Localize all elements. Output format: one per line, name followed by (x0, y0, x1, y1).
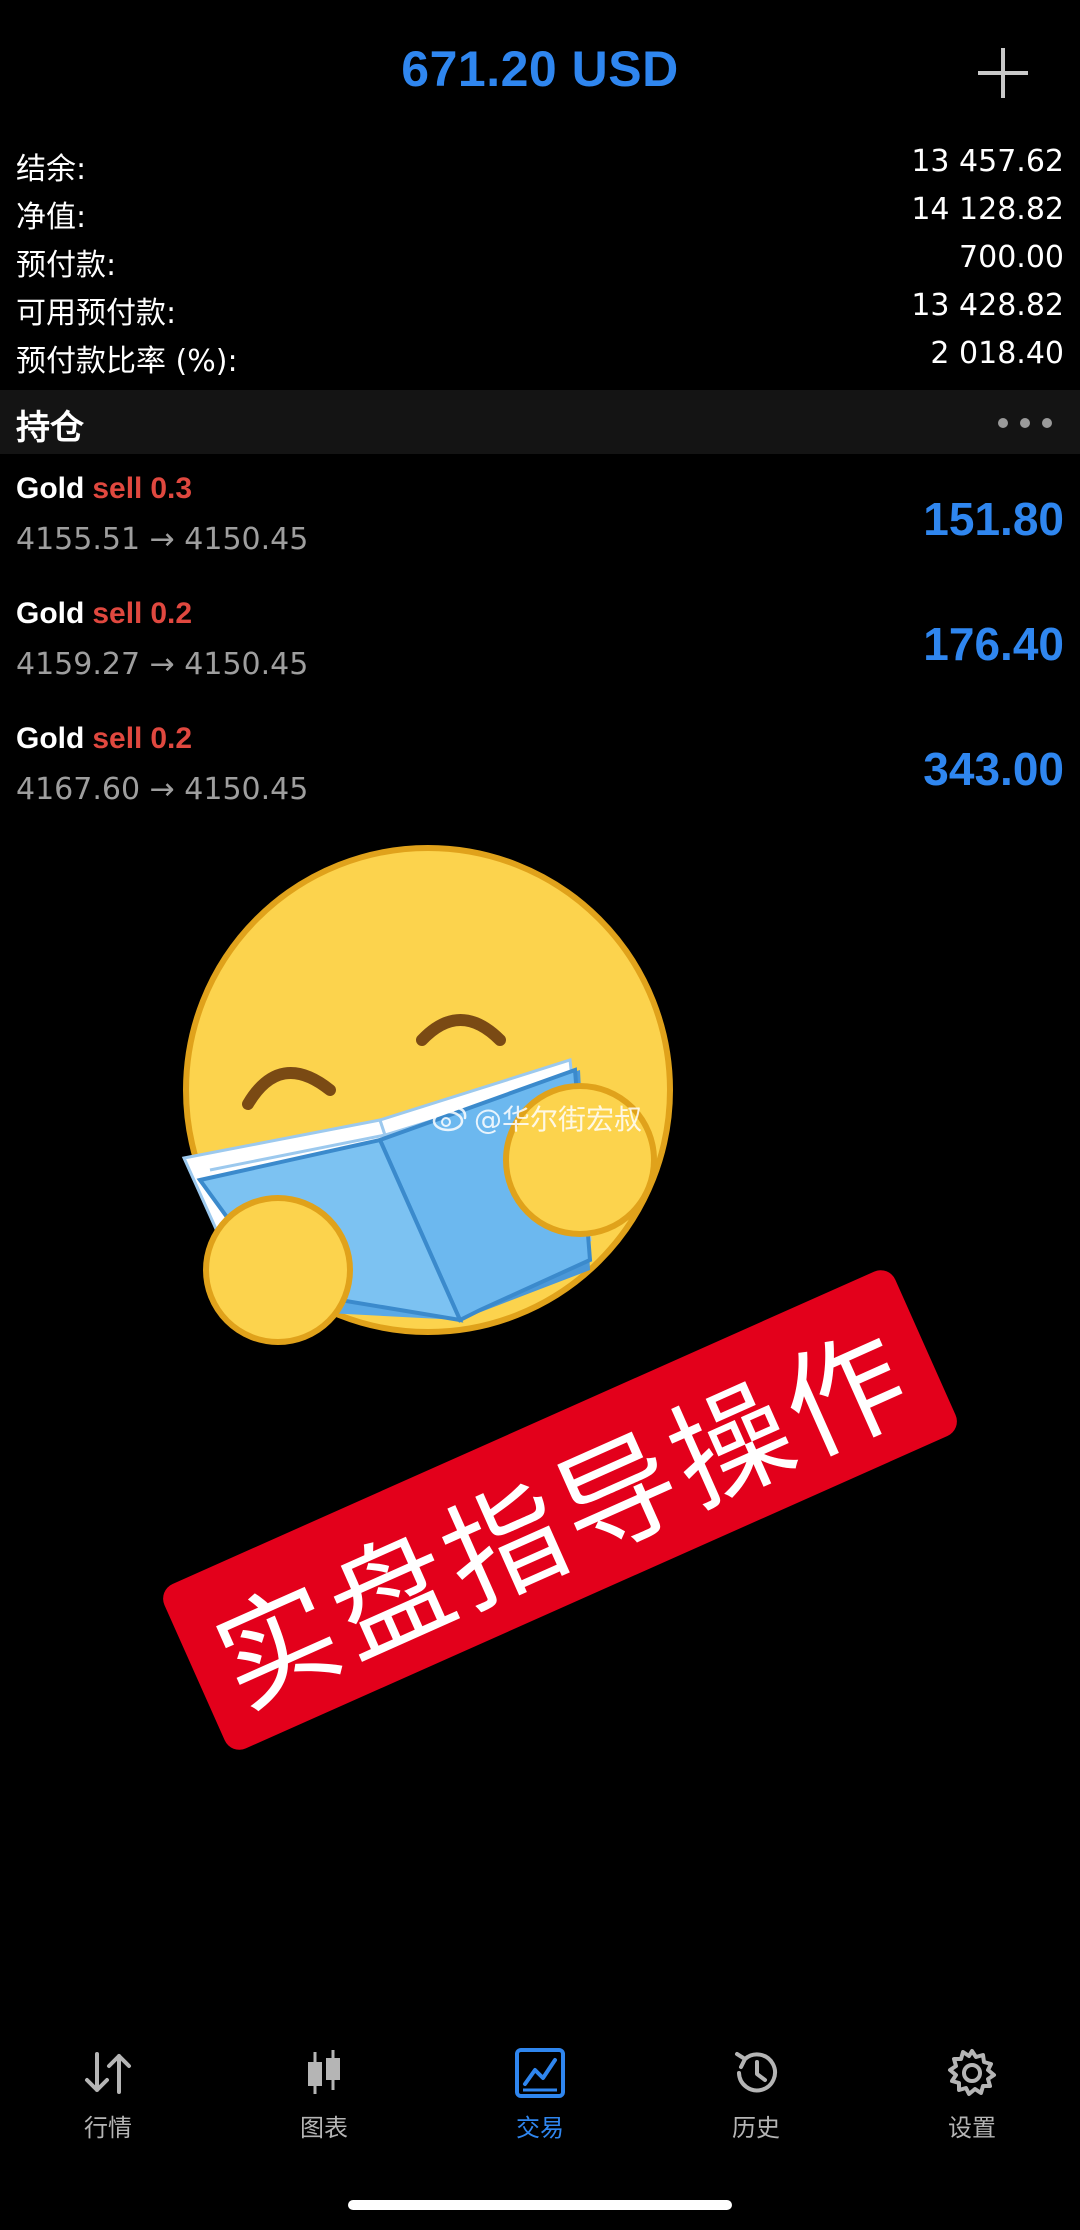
trade-chart-icon (515, 2048, 565, 2098)
position-symbol: Gold (16, 472, 85, 505)
watermark-text: @华尔街宏叔 (474, 1103, 643, 1136)
position-volume: 0.2 (150, 722, 193, 755)
tab-quotes[interactable]: 行情 (0, 2030, 216, 2170)
tab-settings[interactable]: 设置 (864, 2030, 1080, 2170)
balance-value: 13 457.62 (911, 144, 1064, 179)
position-side: sell (92, 597, 143, 630)
positions-title: 持仓 (16, 408, 84, 448)
summary-row-balance: 结余: 13 457.62 (0, 140, 1080, 188)
position-side: sell (92, 722, 143, 755)
position-side: sell (92, 472, 143, 505)
position-profit: 176.40 (923, 618, 1064, 670)
position-symbol: Gold (16, 597, 85, 630)
history-clock-icon (735, 2052, 777, 2093)
position-prices: 4159.27 → 4150.45 (16, 647, 309, 682)
position-volume: 0.3 (150, 472, 193, 505)
bottom-tab-bar: 行情 图表 交易 历史 设置 (0, 2030, 1080, 2170)
tab-history-label: 历史 (732, 2114, 780, 2142)
tab-quotes-label: 行情 (84, 2114, 132, 2142)
weibo-watermark: @华尔街宏叔 (432, 1098, 642, 1138)
tab-history[interactable]: 历史 (648, 2030, 864, 2170)
margin-label: 预付款: (16, 248, 117, 283)
position-row[interactable]: Gold sell 0.2 4167.60 → 4150.45 343.00 (0, 712, 1080, 837)
margin-value: 700.00 (959, 240, 1064, 275)
equity-label: 净值: (16, 200, 87, 235)
tab-chart-label: 图表 (300, 2114, 348, 2142)
weibo-logo-icon (432, 1106, 467, 1132)
summary-row-free-margin: 可用预付款: 13 428.82 (0, 284, 1080, 332)
settings-gear-icon (948, 2049, 996, 2096)
free-margin-value: 13 428.82 (911, 288, 1064, 323)
position-row[interactable]: Gold sell 0.2 4159.27 → 4150.45 176.40 (0, 587, 1080, 712)
tab-settings-label: 设置 (948, 2114, 996, 2142)
account-summary: 结余: 13 457.62 净值: 14 128.82 预付款: 700.00 … (0, 140, 1080, 380)
positions-list: Gold sell 0.3 4155.51 → 4150.45 151.80 Gol… (0, 462, 1080, 837)
position-profit: 151.80 (923, 493, 1064, 545)
margin-level-value: 2 018.40 (930, 336, 1064, 371)
tab-chart[interactable]: 图表 (216, 2030, 432, 2170)
positions-section-header: 持仓 (0, 390, 1080, 454)
app-header: 671.20 USD (0, 0, 1080, 150)
position-row[interactable]: Gold sell 0.3 4155.51 → 4150.45 151.80 (0, 462, 1080, 587)
margin-level-label: 预付款比率 (%): (16, 344, 238, 379)
position-prices: 4167.60 → 4150.45 (16, 772, 309, 807)
free-margin-label: 可用预付款: (16, 296, 177, 331)
position-volume: 0.2 (150, 597, 193, 630)
quotes-arrows-icon (85, 2052, 131, 2094)
summary-row-equity: 净值: 14 128.82 (0, 188, 1080, 236)
summary-row-margin-level: 预付款比率 (%): 2 018.40 (0, 332, 1080, 380)
position-prices: 4155.51 → 4150.45 (16, 522, 309, 557)
balance-label: 结余: (16, 152, 87, 187)
position-symbol: Gold (16, 722, 85, 755)
candlestick-chart-icon (308, 2050, 340, 2094)
equity-value: 14 128.82 (911, 192, 1064, 227)
summary-row-margin: 预付款: 700.00 (0, 236, 1080, 284)
position-profit: 343.00 (923, 743, 1064, 795)
tab-trade[interactable]: 交易 (432, 2030, 648, 2170)
header-profit-title: 671.20 USD (401, 41, 679, 97)
more-options-icon[interactable] (998, 418, 1052, 428)
tab-trade-label: 交易 (516, 2114, 564, 2142)
add-order-button[interactable] (978, 48, 1028, 98)
home-indicator (348, 2200, 732, 2210)
